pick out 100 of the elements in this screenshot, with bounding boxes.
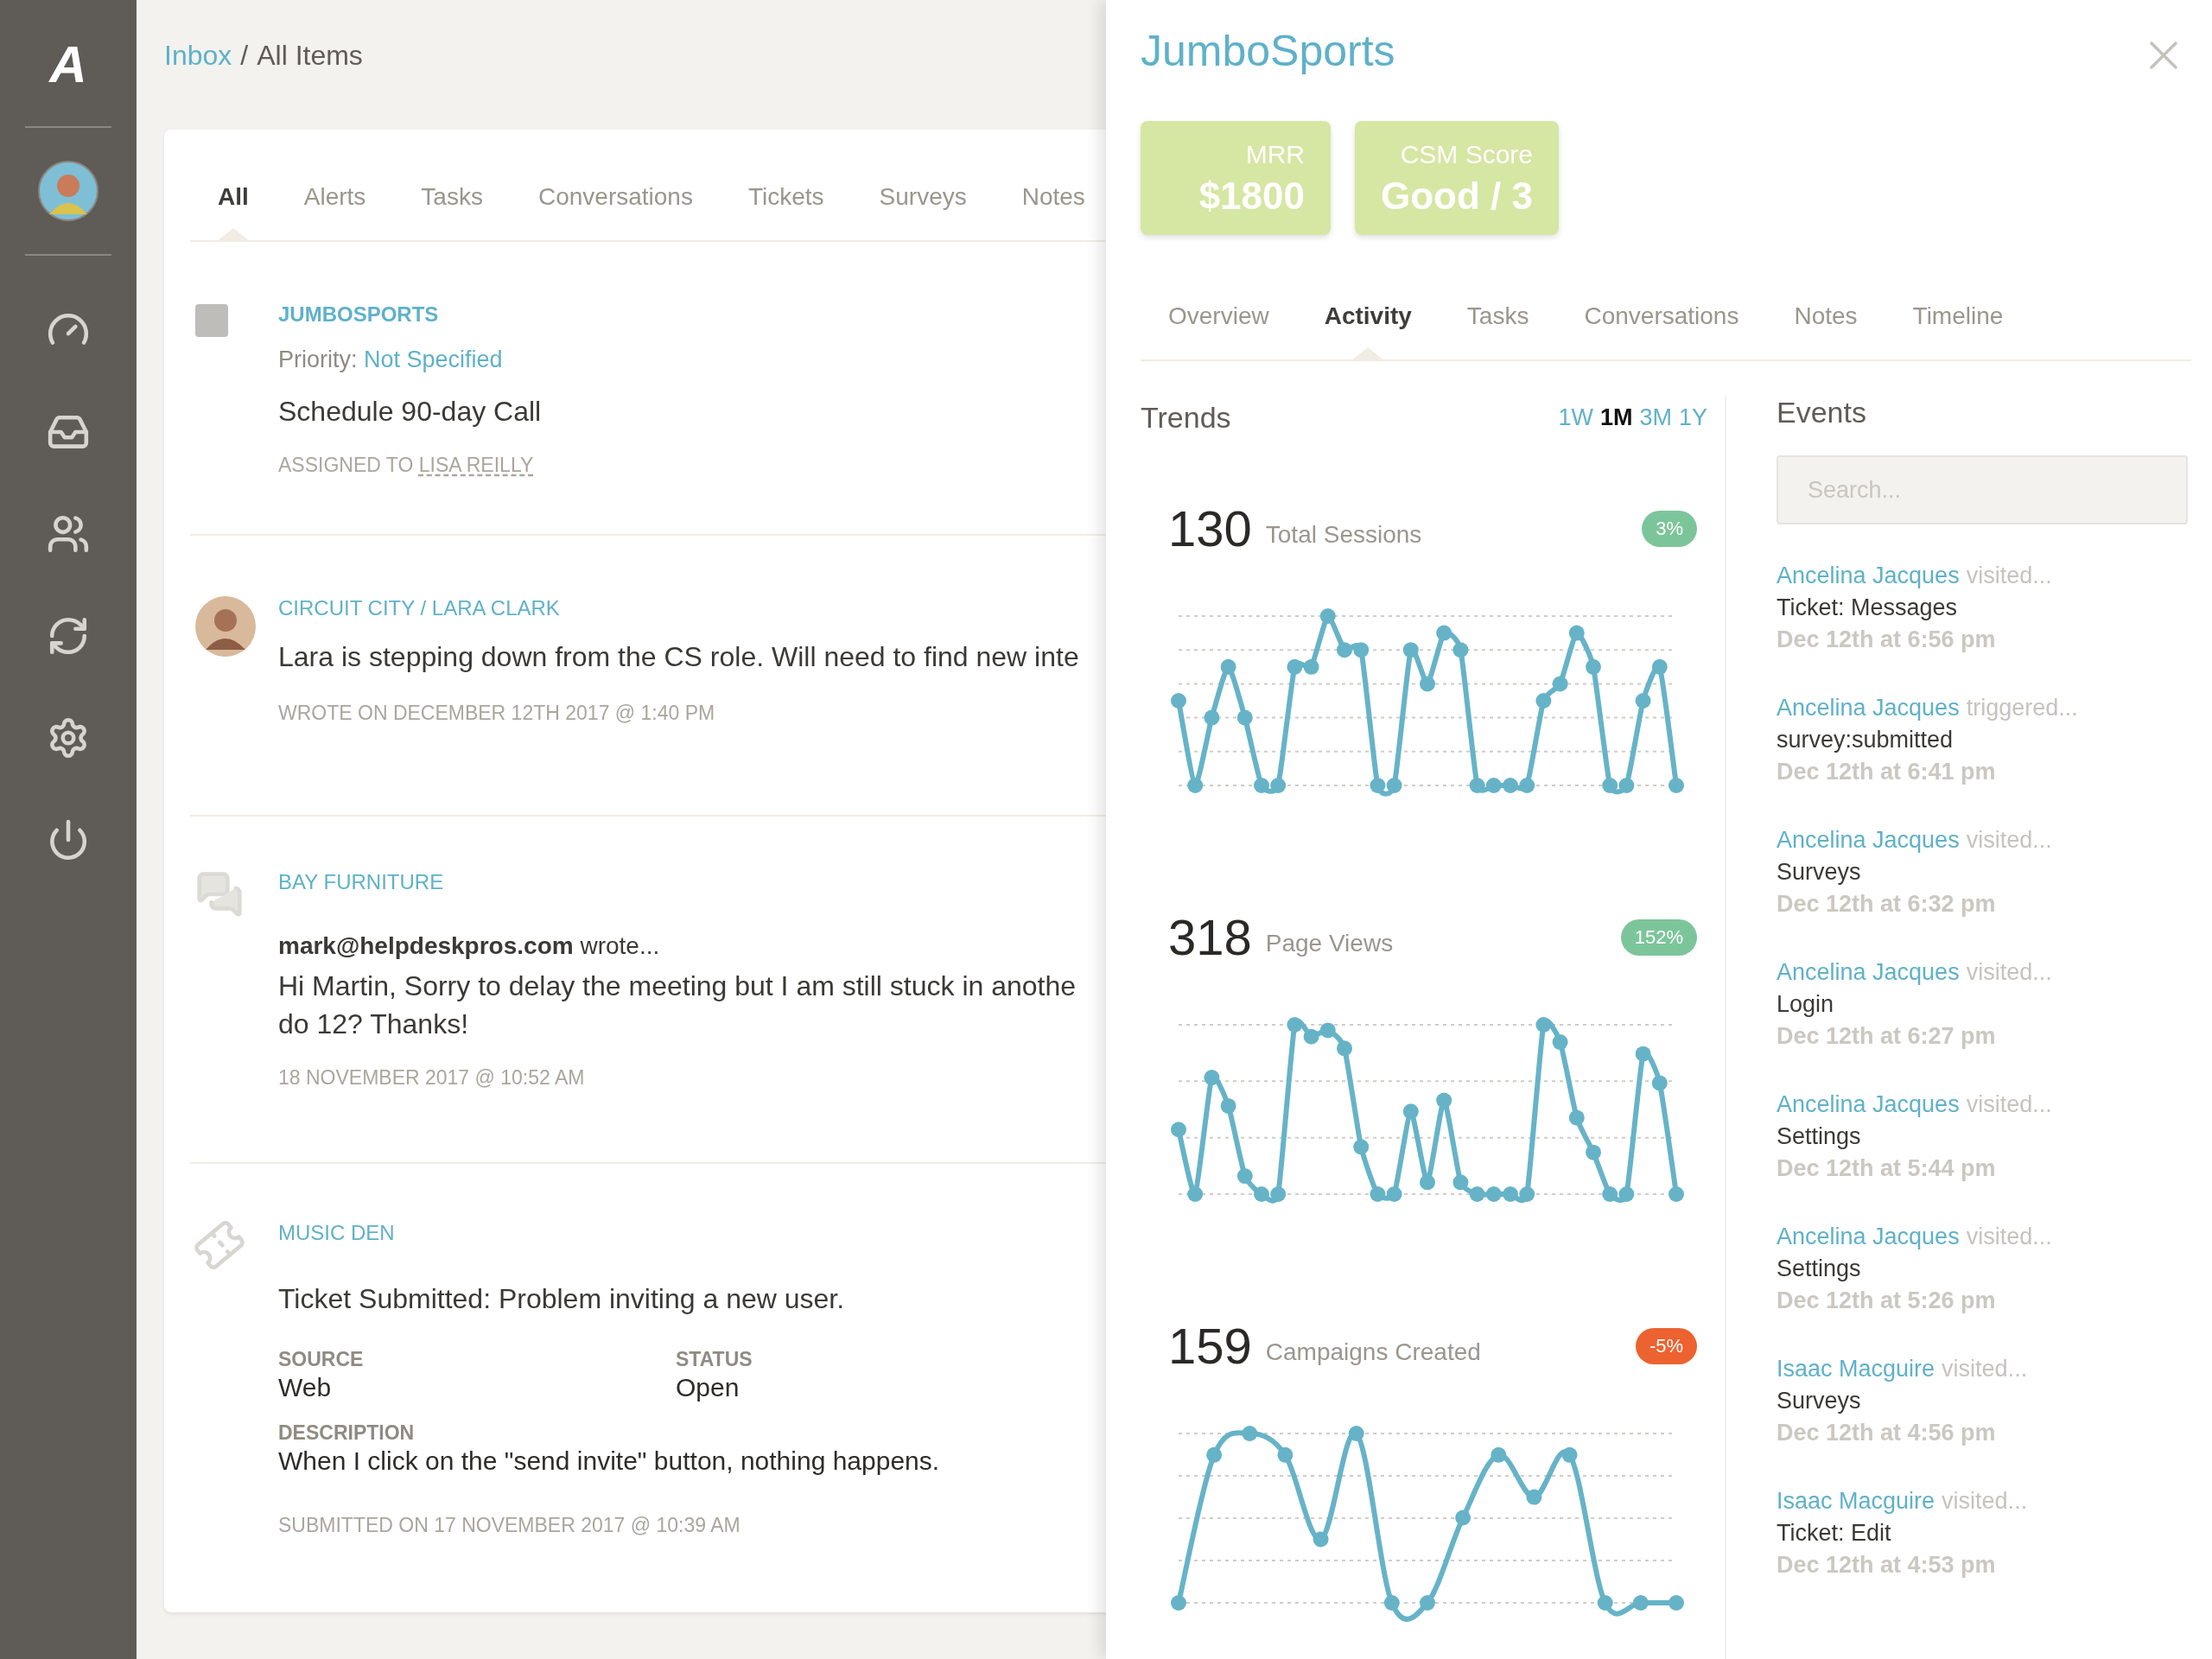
range-option[interactable]: 1Y — [1678, 404, 1707, 431]
data-point — [1313, 1531, 1329, 1548]
panel-tab[interactable]: Overview — [1141, 302, 1297, 359]
filter-tab[interactable]: All — [190, 183, 276, 240]
panel-tab[interactable]: Tasks — [1439, 302, 1557, 359]
company-name[interactable]: BAY FURNITURE — [278, 870, 1077, 895]
data-point — [1220, 658, 1236, 675]
event-time: Dec 12th at 5:26 pm — [1777, 1287, 1997, 1314]
panel-tab[interactable]: Notes — [1766, 302, 1885, 359]
data-point — [1552, 676, 1568, 692]
data-point — [1452, 1174, 1469, 1191]
filter-tab[interactable]: Conversations — [510, 183, 721, 240]
event-action: visited... — [1966, 827, 2052, 854]
kpi-label: MRR — [1245, 140, 1305, 169]
kpi-value: Good / 3 — [1381, 175, 1533, 218]
event-time: Dec 12th at 6:41 pm — [1777, 759, 1997, 785]
company-name[interactable]: CIRCUIT CITY / LARA CLARK — [278, 595, 1079, 620]
data-point — [1236, 709, 1253, 726]
data-point — [1319, 608, 1336, 624]
panel-title: JumboSports — [1141, 26, 1395, 76]
data-point — [1618, 778, 1635, 793]
data-point — [1503, 778, 1518, 793]
change-badge: -5% — [1635, 1327, 1697, 1364]
chat-bubbles-icon — [195, 870, 244, 919]
data-point — [1270, 778, 1287, 793]
data-point — [1303, 658, 1319, 675]
logo[interactable]: A — [49, 35, 87, 95]
breadcrumb-separator: / — [240, 40, 249, 72]
filter-tab[interactable]: Alerts — [276, 183, 394, 240]
actor-link[interactable]: Ancelina Jacques — [1777, 1091, 1960, 1118]
data-point — [1618, 1186, 1635, 1202]
field-label: STATUS — [676, 1347, 753, 1371]
avatar — [195, 595, 256, 657]
filter-tab[interactable]: Tickets — [720, 183, 852, 240]
event-target: Surveys — [1777, 1388, 1862, 1414]
company-name[interactable]: MUSIC DEN — [278, 1221, 940, 1246]
metric-label: Page Views — [1265, 929, 1395, 957]
field-label: SOURCE — [278, 1347, 365, 1371]
event-time: Dec 12th at 5:44 pm — [1777, 1155, 1997, 1182]
priority-label: Priority: Not Specified — [278, 346, 504, 374]
data-point — [1635, 1046, 1651, 1062]
range-option[interactable]: 3M — [1639, 404, 1672, 431]
data-point — [1635, 693, 1651, 709]
range-option[interactable]: 1W — [1558, 404, 1593, 431]
event-time: Dec 12th at 6:56 pm — [1777, 626, 1997, 653]
breadcrumb-link[interactable]: Inbox — [164, 40, 232, 72]
data-point — [1171, 1595, 1186, 1611]
data-point — [1370, 1186, 1386, 1202]
ticket-title: Ticket Submitted: Problem inviting a new user. — [278, 1282, 846, 1317]
checkbox[interactable] — [195, 304, 228, 337]
filter-tab[interactable]: Notes — [994, 183, 1106, 240]
data-point — [1242, 1426, 1258, 1441]
panel-tab[interactable]: Activity — [1296, 302, 1440, 359]
actor-link[interactable]: Ancelina Jacques — [1777, 827, 1960, 854]
actor-link[interactable]: Isaac Macguire — [1777, 1356, 1936, 1382]
range-option[interactable]: 1M — [1599, 404, 1633, 431]
data-point — [1452, 642, 1469, 658]
assignee-link[interactable]: LISA REILLY — [418, 453, 534, 476]
data-point — [1254, 778, 1269, 793]
actor-link[interactable]: Ancelina Jacques — [1777, 1224, 1960, 1250]
data-point — [1402, 1103, 1419, 1120]
data-point — [1353, 642, 1370, 658]
actor-link[interactable]: Ancelina Jacques — [1777, 959, 1960, 986]
data-point — [1420, 676, 1435, 692]
event-action: visited... — [1966, 1091, 2052, 1118]
event-target: Settings — [1777, 1255, 1862, 1282]
event-target: Surveys — [1777, 859, 1862, 886]
data-point — [1597, 1595, 1613, 1611]
filter-tab[interactable]: Surveys — [851, 183, 995, 240]
actor-link[interactable]: Ancelina Jacques — [1777, 563, 1960, 589]
data-point — [1171, 693, 1186, 709]
data-point — [1420, 1174, 1435, 1191]
company-name[interactable]: JUMBOSPORTS — [278, 302, 542, 327]
user-avatar[interactable] — [38, 161, 99, 221]
actor-link[interactable]: Ancelina Jacques — [1777, 695, 1960, 721]
data-point — [1386, 778, 1402, 793]
actor-link[interactable]: Isaac Macguire — [1777, 1488, 1936, 1515]
data-point — [1602, 778, 1618, 793]
event-time: Dec 12th at 6:32 pm — [1777, 891, 1997, 918]
data-point — [1383, 1595, 1400, 1611]
data-point — [1552, 1034, 1568, 1051]
change-badge: 152% — [1620, 918, 1697, 956]
timestamp: WROTE ON DECEMBER 12TH 2017 @ 1:40 PM — [278, 702, 716, 726]
data-point — [1485, 1186, 1502, 1202]
panel-tab[interactable]: Conversations — [1556, 302, 1767, 359]
data-point — [1485, 778, 1502, 793]
panel-tab[interactable]: Timeline — [1885, 302, 2031, 359]
data-point — [1171, 1122, 1186, 1138]
field-value: Open — [676, 1372, 741, 1402]
data-point — [1491, 1446, 1507, 1463]
event-time: Dec 12th at 6:27 pm — [1777, 1023, 1997, 1050]
kpi-label: CSM Score — [1400, 140, 1533, 169]
metric-value: 159 — [1168, 1317, 1252, 1375]
data-point — [1254, 1186, 1269, 1202]
data-point — [1277, 1446, 1294, 1463]
data-point — [1402, 642, 1419, 658]
data-point — [1669, 1186, 1684, 1202]
change-badge: 3% — [1642, 510, 1697, 547]
filter-tab[interactable]: Tasks — [393, 183, 511, 240]
section-title: Events — [1777, 396, 1867, 429]
